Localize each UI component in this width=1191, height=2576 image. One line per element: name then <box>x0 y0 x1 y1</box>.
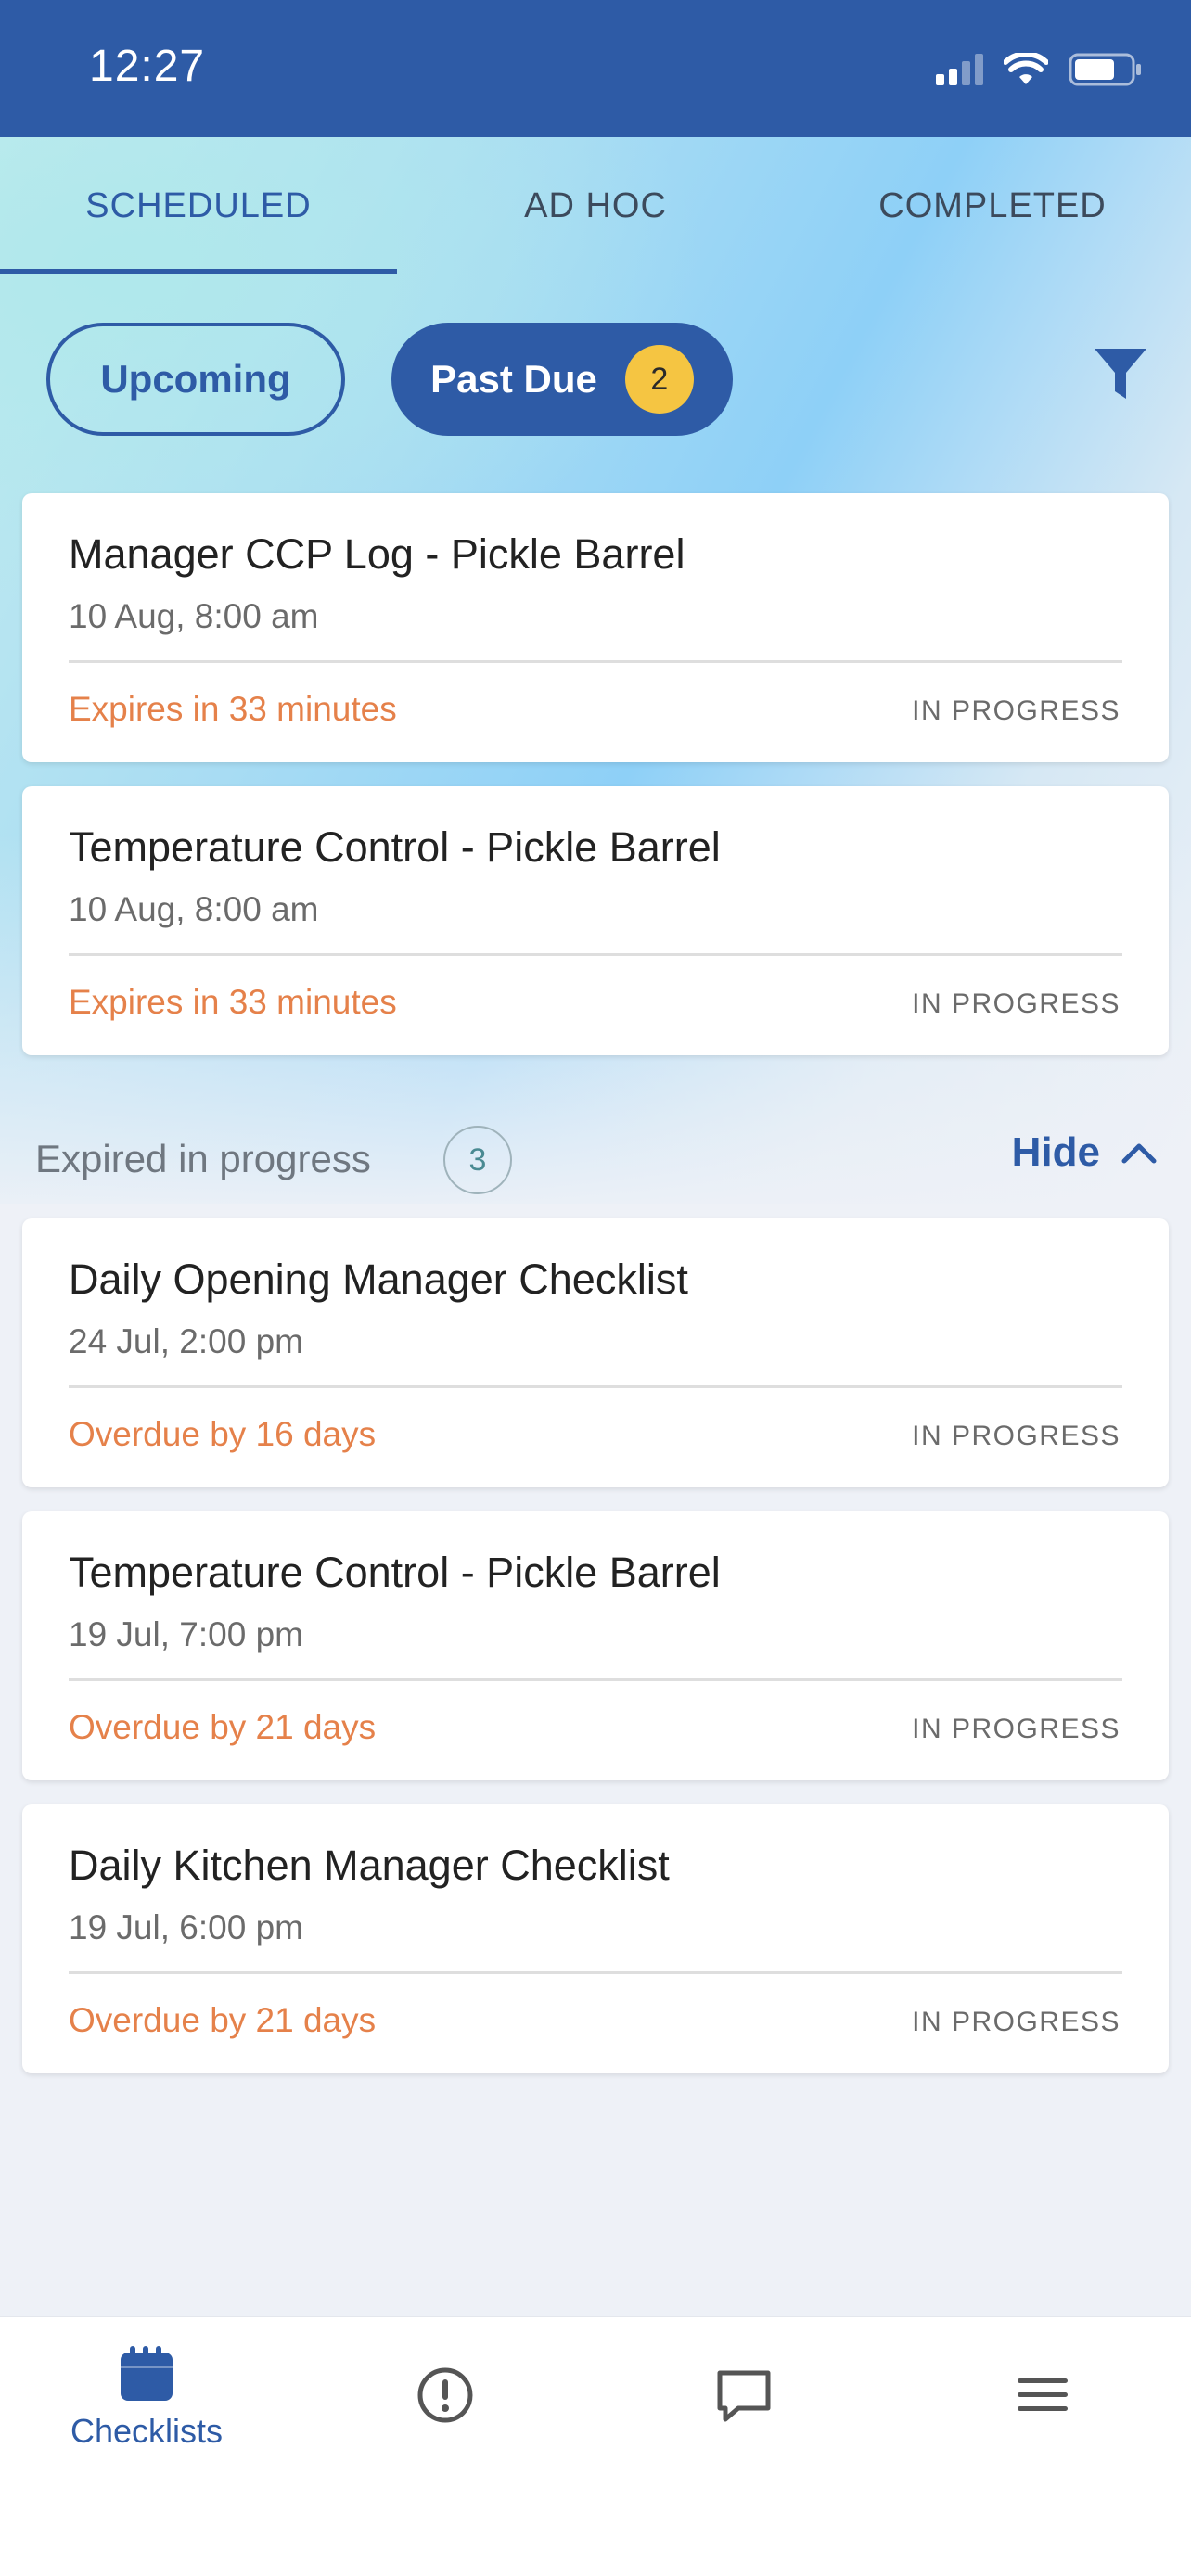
checklist-date: 19 Jul, 7:00 pm <box>69 1615 303 1653</box>
hide-expired-button[interactable]: Hide <box>1012 1129 1158 1176</box>
nav-checklists[interactable]: Checklists <box>54 2345 239 2484</box>
active-tab-indicator <box>0 269 397 274</box>
checklist-status: IN PROGRESS <box>912 695 1121 726</box>
card-divider <box>69 1971 1122 1974</box>
alert-circle-icon <box>417 2367 473 2423</box>
card-divider <box>69 1678 1122 1681</box>
upcoming-filter-label: Upcoming <box>100 357 291 401</box>
status-time: 12:27 <box>89 42 206 91</box>
wifi-icon <box>1004 53 1048 84</box>
checklist-title: Temperature Control - Pickle Barrel <box>69 1549 721 1596</box>
checklist-date: 10 Aug, 8:00 am <box>69 597 319 635</box>
nav-issues[interactable] <box>352 2345 538 2484</box>
checklist-status: IN PROGRESS <box>912 2007 1121 2037</box>
checklist-title: Daily Kitchen Manager Checklist <box>69 1842 670 1889</box>
checklist-card[interactable]: Temperature Control - Pickle Barrel 10 A… <box>22 786 1169 1055</box>
checklist-status: IN PROGRESS <box>912 1714 1121 1744</box>
card-divider <box>69 1385 1122 1388</box>
calendar-icon <box>121 2346 173 2401</box>
chevron-up-icon <box>1121 1143 1157 1164</box>
expired-section-header: Expired in progress 3 Hide <box>35 1126 1158 1196</box>
checklist-card[interactable]: Daily Kitchen Manager Checklist 19 Jul, … <box>22 1804 1169 2073</box>
checklist-card[interactable]: Manager CCP Log - Pickle Barrel 10 Aug, … <box>22 493 1169 762</box>
filter-icon[interactable] <box>1093 345 1148 404</box>
checklist-date: 10 Aug, 8:00 am <box>69 890 319 928</box>
checklist-title: Daily Opening Manager Checklist <box>69 1256 688 1303</box>
expired-section-title: Expired in progress <box>35 1137 371 1180</box>
checklist-card[interactable]: Daily Opening Manager Checklist 24 Jul, … <box>22 1218 1169 1487</box>
checklist-status: IN PROGRESS <box>912 1421 1121 1451</box>
tab-bar: SCHEDULED AD HOC COMPLETED <box>0 137 1191 274</box>
expired-count-badge: 3 <box>443 1126 512 1194</box>
checklist-expiry: Expires in 33 minutes <box>69 983 397 1021</box>
checklist-title: Temperature Control - Pickle Barrel <box>69 823 721 871</box>
cellular-signal-icon <box>936 54 983 85</box>
checklist-title: Manager CCP Log - Pickle Barrel <box>69 530 685 578</box>
checklist-overdue: Overdue by 21 days <box>69 2001 377 2039</box>
menu-icon <box>1018 2378 1068 2411</box>
past-due-filter-label: Past Due <box>430 357 597 401</box>
upcoming-filter-button[interactable]: Upcoming <box>46 323 345 436</box>
hide-label: Hide <box>1011 1129 1100 1175</box>
tab-ad-hoc[interactable]: AD HOC <box>397 137 794 274</box>
card-divider <box>69 660 1122 663</box>
nav-messages[interactable] <box>651 2345 837 2484</box>
past-due-filter-button[interactable]: Past Due 2 <box>391 323 733 436</box>
tab-scheduled[interactable]: SCHEDULED <box>0 137 397 274</box>
nav-menu[interactable] <box>950 2345 1135 2484</box>
checklist-overdue: Overdue by 16 days <box>69 1415 377 1453</box>
nav-checklists-label: Checklists <box>70 2412 224 2450</box>
checklist-date: 24 Jul, 2:00 pm <box>69 1322 303 1360</box>
status-icons <box>936 52 1143 87</box>
chat-icon <box>717 2370 771 2422</box>
checklist-overdue: Overdue by 21 days <box>69 1708 377 1746</box>
tab-completed[interactable]: COMPLETED <box>794 137 1191 274</box>
status-bar: 12:27 <box>0 0 1191 137</box>
bottom-navigation: Checklists <box>0 2316 1191 2576</box>
card-divider <box>69 953 1122 956</box>
checklist-card[interactable]: Temperature Control - Pickle Barrel 19 J… <box>22 1511 1169 1780</box>
checklist-date: 19 Jul, 6:00 pm <box>69 1908 303 1946</box>
past-due-count-badge: 2 <box>624 345 694 414</box>
checklist-expiry: Expires in 33 minutes <box>69 690 397 728</box>
checklist-status: IN PROGRESS <box>912 988 1121 1019</box>
battery-icon <box>1069 53 1141 86</box>
